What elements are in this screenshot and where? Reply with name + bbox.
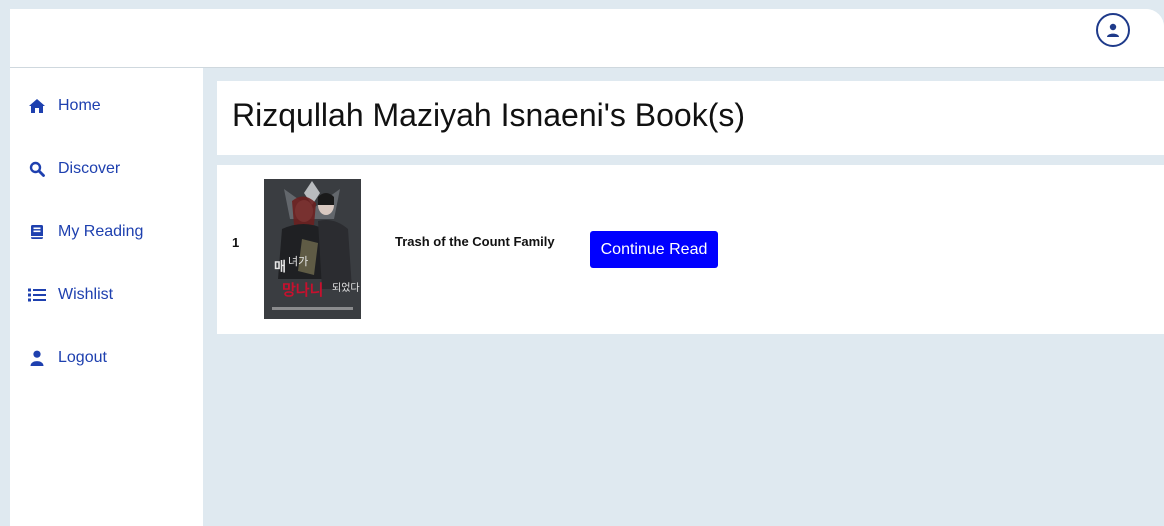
sidebar-item-wishlist[interactable]: Wishlist bbox=[28, 286, 113, 304]
sidebar-item-label: Discover bbox=[58, 160, 121, 177]
user-icon bbox=[28, 349, 46, 367]
sidebar: Home Discover My Reading Wishlist Logout bbox=[10, 68, 203, 526]
sidebar-item-label: Home bbox=[58, 97, 101, 114]
sidebar-item-home[interactable]: Home bbox=[28, 97, 101, 115]
profile-button[interactable] bbox=[1096, 13, 1130, 47]
sidebar-item-label: Wishlist bbox=[58, 286, 114, 303]
book-cover-image[interactable]: 매 녀가 망나니 되었다 bbox=[264, 179, 361, 319]
book-number: 1 bbox=[232, 235, 240, 250]
sidebar-item-logout[interactable]: Logout bbox=[28, 349, 107, 367]
book-icon bbox=[28, 223, 46, 241]
sidebar-item-label: My Reading bbox=[58, 223, 144, 240]
svg-text:되었다: 되었다 bbox=[332, 282, 360, 294]
book-title: Trash of the Count Family bbox=[395, 234, 555, 249]
home-icon bbox=[28, 97, 46, 115]
continue-read-button[interactable]: Continue Read bbox=[590, 231, 718, 268]
book-list: 1 매 녀가 망나니 되었다 Trash of the Count Family… bbox=[217, 165, 1164, 334]
cover-art: 매 녀가 망나니 되었다 bbox=[264, 179, 361, 319]
main-content: Rizqullah Maziyah Isnaeni's Book(s) 1 매 … bbox=[203, 68, 1164, 526]
svg-text:녀가: 녀가 bbox=[288, 255, 308, 268]
list-icon bbox=[28, 286, 46, 304]
sidebar-item-label: Logout bbox=[58, 349, 107, 366]
svg-text:매: 매 bbox=[274, 260, 286, 275]
page-title: Rizqullah Maziyah Isnaeni's Book(s) bbox=[232, 97, 745, 133]
top-bar bbox=[10, 9, 1164, 68]
search-icon bbox=[28, 160, 46, 178]
user-circle-icon bbox=[1107, 23, 1119, 37]
sidebar-item-my-reading[interactable]: My Reading bbox=[28, 223, 143, 241]
title-card: Rizqullah Maziyah Isnaeni's Book(s) bbox=[217, 81, 1164, 155]
app-frame: Home Discover My Reading Wishlist Logout… bbox=[10, 9, 1164, 526]
svg-text:망나니: 망나니 bbox=[282, 281, 323, 299]
sidebar-item-discover[interactable]: Discover bbox=[28, 160, 120, 178]
